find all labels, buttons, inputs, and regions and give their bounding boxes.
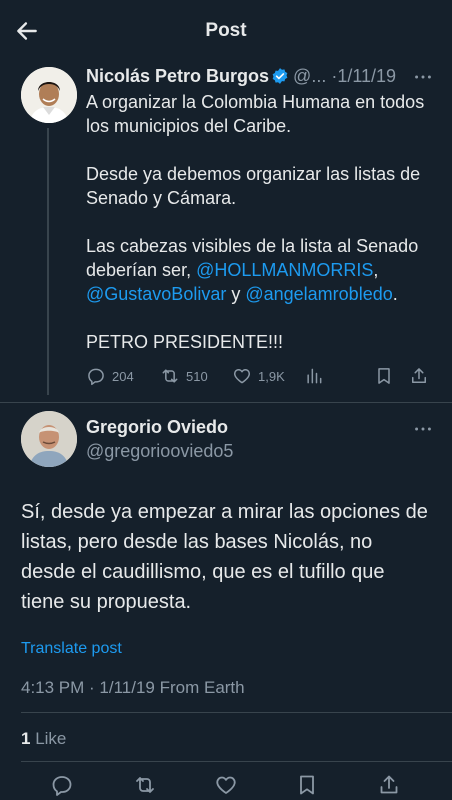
reply-icon[interactable] bbox=[50, 773, 74, 797]
share-button[interactable] bbox=[409, 365, 435, 387]
mention-link[interactable]: @HOLLMANMORRIS bbox=[196, 260, 373, 280]
divider bbox=[21, 761, 452, 762]
analytics-icon bbox=[307, 368, 322, 384]
tweet-text: . bbox=[392, 284, 398, 304]
likes-count: 1 bbox=[21, 729, 31, 748]
retweet-icon bbox=[162, 369, 178, 383]
translate-link[interactable]: Translate post bbox=[21, 640, 122, 658]
thread-line bbox=[47, 128, 49, 395]
retweet-icon[interactable] bbox=[133, 773, 157, 797]
reply-button[interactable]: 204 bbox=[86, 365, 134, 387]
bookmark-icon[interactable] bbox=[295, 773, 319, 797]
post-date[interactable]: 1/11/19 bbox=[337, 66, 396, 86]
likes-label: Like bbox=[35, 729, 67, 748]
divider bbox=[0, 402, 452, 403]
like-button[interactable]: 1,9K bbox=[232, 365, 285, 387]
top-bar: Post bbox=[0, 0, 452, 62]
likes-summary[interactable]: 1 Like bbox=[21, 729, 66, 749]
post-meta: 4:13 PM · 1/11/19 From Earth bbox=[21, 678, 245, 697]
share-icon[interactable] bbox=[377, 773, 401, 797]
more-options-icon[interactable] bbox=[412, 418, 434, 440]
tweet-text: , bbox=[373, 260, 379, 280]
more-options-icon[interactable] bbox=[412, 66, 434, 88]
tweet2-body: Sí, desde ya empezar a mirar las opcione… bbox=[21, 501, 428, 613]
avatar[interactable] bbox=[21, 411, 77, 467]
tweet-paragraph: A organizar la Colombia Humana en todos … bbox=[86, 92, 425, 136]
author-name[interactable]: Nicolás Petro Burgos bbox=[86, 66, 269, 86]
retweet-button[interactable]: 510 bbox=[160, 365, 208, 387]
bookmark-button[interactable] bbox=[374, 365, 400, 387]
verified-badge-icon bbox=[272, 68, 288, 84]
author-handle[interactable]: @... bbox=[293, 66, 326, 86]
tweet1-actions: 204 510 1,9K bbox=[86, 365, 436, 387]
tweet-paragraph: Las cabezas visibles de la lista al Sena… bbox=[86, 234, 426, 306]
bookmark-icon bbox=[378, 368, 390, 384]
tweet2-actions bbox=[0, 773, 452, 800]
tweet1-body: A organizar la Colombia Humana en todos … bbox=[86, 90, 426, 378]
page-title: Post bbox=[205, 20, 247, 41]
tweet-paragraph: Desde ya debemos organizar las listas de… bbox=[86, 164, 421, 208]
mention-link[interactable]: @angelamrobledo bbox=[245, 284, 392, 304]
mention-link[interactable]: @GustavoBolivar bbox=[86, 284, 226, 304]
tweet-paragraph: PETRO PRESIDENTE!!! bbox=[86, 332, 284, 352]
views-button[interactable] bbox=[304, 365, 330, 387]
author-name[interactable]: Gregorio Oviedo bbox=[86, 417, 228, 438]
reply-count: 204 bbox=[112, 368, 134, 384]
retweet-count: 510 bbox=[186, 368, 208, 384]
tweet-text: y bbox=[231, 284, 241, 304]
avatar[interactable] bbox=[21, 67, 77, 123]
heart-icon[interactable] bbox=[214, 773, 238, 797]
author-handle[interactable]: @gregoriooviedo5 bbox=[86, 441, 233, 462]
reply-icon bbox=[88, 368, 104, 386]
tweet1-header: Nicolás Petro Burgos @... ·1/11/19 bbox=[86, 64, 416, 88]
like-count: 1,9K bbox=[258, 368, 285, 384]
divider bbox=[21, 712, 452, 713]
heart-icon bbox=[233, 369, 251, 384]
share-icon bbox=[412, 368, 426, 383]
